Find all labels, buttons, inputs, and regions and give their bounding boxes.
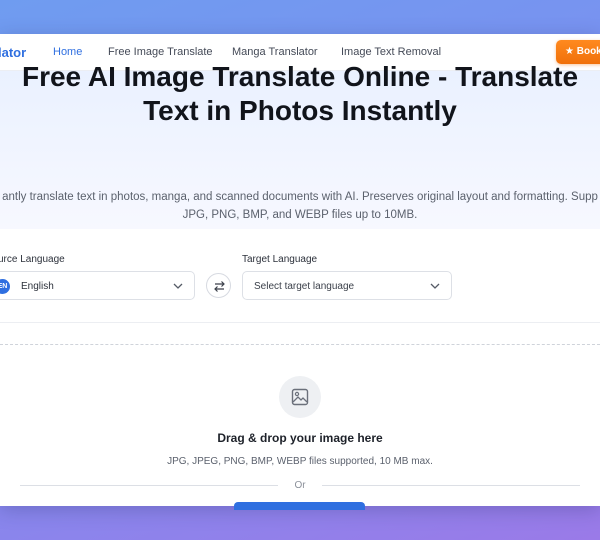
target-language-label: Target Language bbox=[242, 254, 318, 265]
source-language-badge: EN bbox=[0, 279, 10, 294]
subtitle-line-1: antly translate text in photos, manga, a… bbox=[2, 191, 598, 203]
image-icon bbox=[291, 388, 309, 406]
page-title: Free AI Image Translate Online - Transla… bbox=[0, 60, 600, 128]
source-language-label: urce Language bbox=[0, 254, 65, 265]
supported-formats: JPG, JPEG, PNG, BMP, WEBP files supporte… bbox=[167, 456, 433, 467]
source-language-value: English bbox=[21, 281, 54, 292]
chevron-down-icon bbox=[430, 283, 440, 289]
upload-button[interactable] bbox=[234, 502, 365, 510]
nav-free-image-translate[interactable]: Free Image Translate bbox=[108, 46, 213, 58]
target-language-placeholder: Select target language bbox=[254, 281, 355, 292]
swap-arrows-icon bbox=[214, 281, 225, 292]
image-icon-circle bbox=[279, 376, 321, 418]
or-divider-right bbox=[322, 485, 580, 486]
section-divider bbox=[0, 322, 600, 323]
brand-logo[interactable]: lator bbox=[0, 45, 26, 60]
subtitle-line-2: JPG, PNG, BMP, and WEBP files up to 10MB… bbox=[182, 209, 418, 221]
nav-home[interactable]: Home bbox=[53, 46, 82, 58]
swap-languages-button[interactable] bbox=[206, 273, 231, 298]
page-subtitle: antly translate text in photos, manga, a… bbox=[0, 188, 600, 224]
title-line-2: Text in Photos Instantly bbox=[143, 95, 457, 126]
title-line-1: Free AI Image Translate Online - Transla… bbox=[21, 61, 579, 92]
source-language-select[interactable]: EN English bbox=[0, 271, 195, 300]
nav-image-text-removal[interactable]: Image Text Removal bbox=[341, 46, 441, 58]
target-language-select[interactable]: Select target language bbox=[242, 271, 452, 300]
nav-manga-translator[interactable]: Manga Translator bbox=[232, 46, 318, 58]
drop-title: Drag & drop your image here bbox=[217, 431, 383, 445]
chevron-down-icon bbox=[173, 283, 183, 289]
